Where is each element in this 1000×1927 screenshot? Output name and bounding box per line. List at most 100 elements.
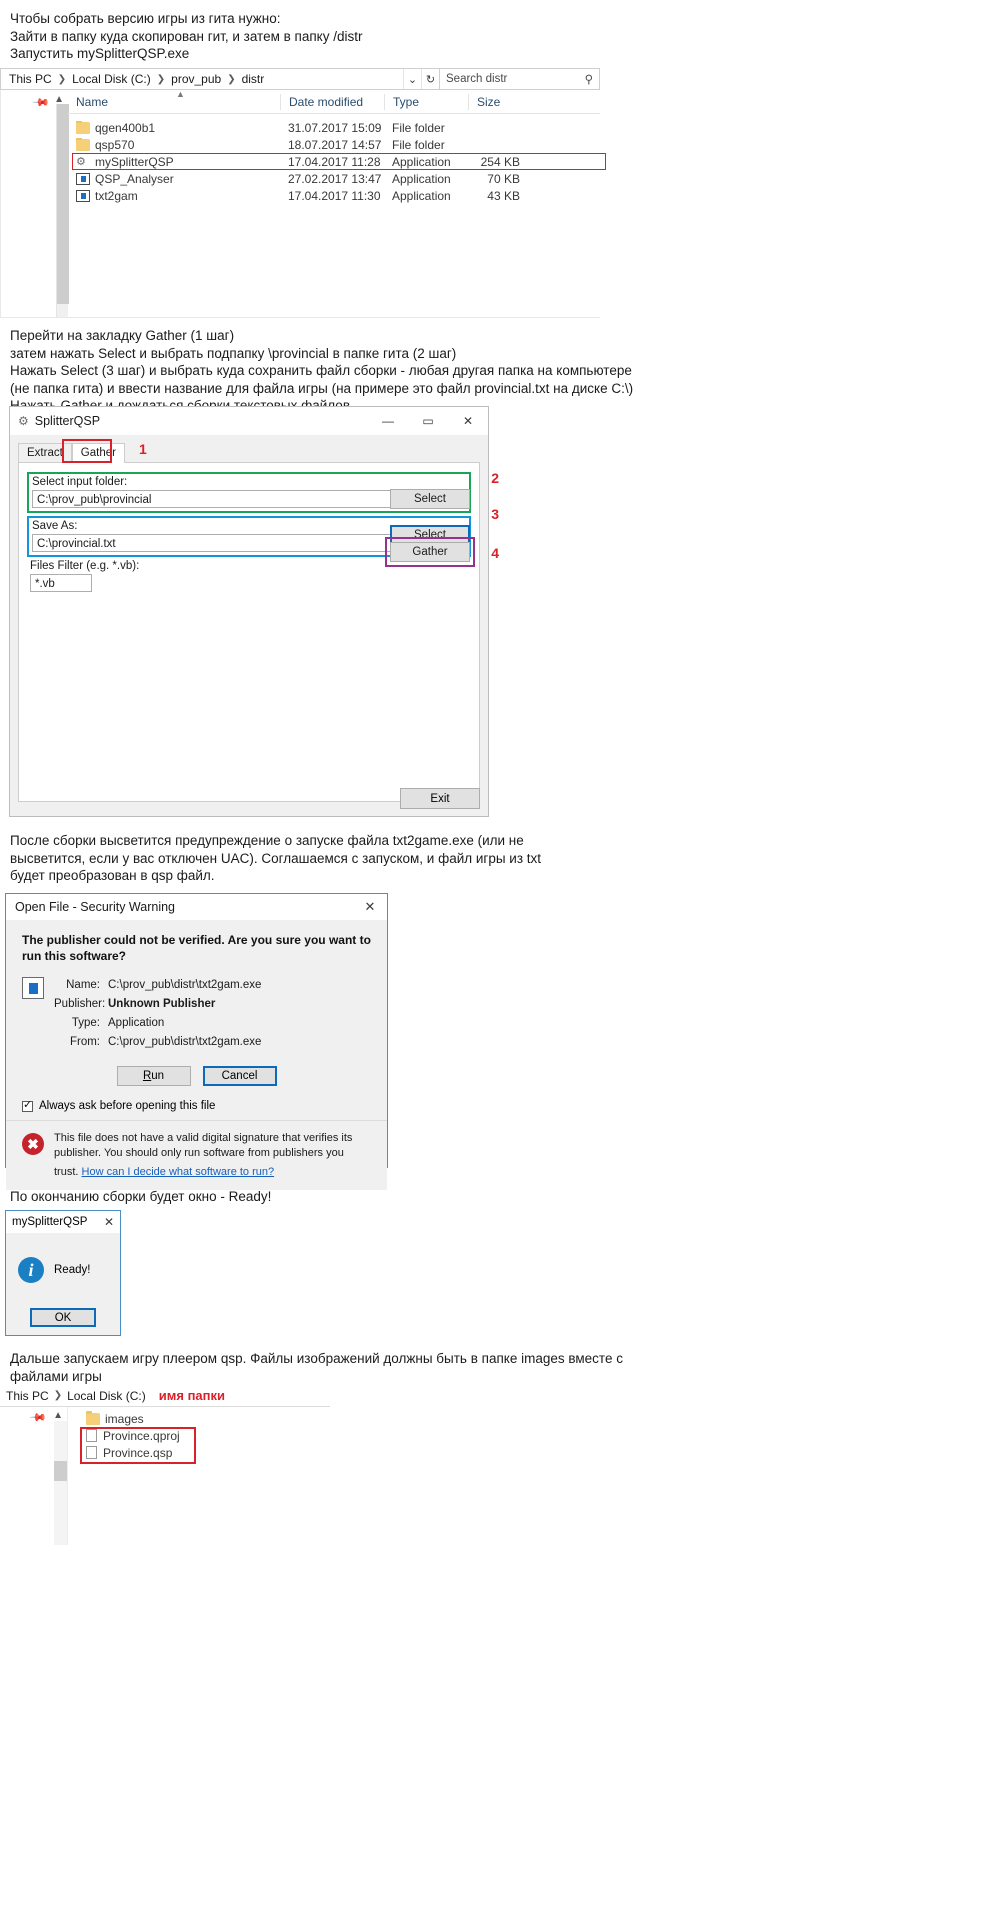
file-size: 43 KB bbox=[487, 188, 520, 203]
navigation-pane[interactable]: 📌 ▲ bbox=[0, 90, 69, 318]
instructions-gather: Перейти на закладку Gather (1 шаг) затем… bbox=[10, 328, 634, 413]
field-key-publisher: Publisher: bbox=[54, 998, 106, 1010]
select-input-folder-button[interactable]: Select bbox=[390, 489, 470, 509]
checkbox-label: Always ask before opening this file bbox=[39, 1100, 216, 1112]
close-button[interactable]: ✕ bbox=[448, 407, 488, 435]
breadcrumb-item-this-pc[interactable]: This PC bbox=[6, 1389, 49, 1403]
minimize-button[interactable]: — bbox=[368, 407, 408, 435]
list-item[interactable]: images bbox=[68, 1410, 330, 1427]
file-name: images bbox=[105, 1411, 144, 1426]
column-header-type[interactable]: Type bbox=[384, 93, 468, 110]
document-icon bbox=[86, 1429, 97, 1442]
checkbox[interactable] bbox=[22, 1098, 33, 1112]
close-icon[interactable]: ✕ bbox=[98, 1215, 120, 1229]
instructions-player: Дальше запускаем игру плеером qsp. Файлы… bbox=[10, 1351, 623, 1384]
search-icon[interactable]: ⚲ bbox=[585, 72, 593, 86]
step-number-4: 4 bbox=[491, 545, 499, 561]
nav-scrollbar[interactable] bbox=[56, 104, 69, 317]
file-type: Application bbox=[392, 154, 451, 169]
file-name: txt2gam bbox=[95, 188, 138, 203]
breadcrumb[interactable]: This PC ❯ Local Disk (C:) ❯ prov_pub ❯ d… bbox=[1, 72, 403, 86]
file-explorer-window-2: This PC ❯ Local Disk (C:) имя папки 📌 ▲ … bbox=[0, 1385, 330, 1545]
file-size: 254 KB bbox=[480, 154, 520, 169]
ok-button[interactable]: OK bbox=[30, 1308, 96, 1327]
navigation-pane[interactable]: 📌 ▲ bbox=[0, 1407, 68, 1545]
pin-icon[interactable]: 📌 bbox=[29, 1408, 48, 1427]
dialog-footer: ✖ This file does not have a valid digita… bbox=[6, 1120, 387, 1190]
dialog-body: i Ready! bbox=[6, 1233, 120, 1283]
file-type: File folder bbox=[392, 120, 445, 135]
decide-software-link[interactable]: How can I decide what software to run? bbox=[82, 1165, 275, 1180]
file-name: Province.qproj bbox=[103, 1428, 180, 1443]
step-number-2: 2 bbox=[491, 470, 499, 486]
breadcrumb-item-prov-pub[interactable]: prov_pub bbox=[169, 72, 223, 86]
file-type: Application bbox=[392, 188, 451, 203]
gather-button[interactable]: Gather bbox=[390, 542, 470, 562]
column-headers: Name ▲ Date modified Type Size bbox=[68, 89, 600, 114]
titlebar: mySplitterQSP ✕ bbox=[6, 1211, 120, 1233]
breadcrumb-item-distr[interactable]: distr bbox=[240, 72, 267, 86]
close-icon[interactable]: ✕ bbox=[353, 899, 387, 915]
list-item[interactable]: Province.qproj bbox=[68, 1427, 330, 1444]
always-ask-checkbox-row[interactable]: Always ask before opening this file bbox=[22, 1098, 371, 1112]
run-button[interactable]: Run bbox=[116, 1066, 191, 1086]
ready-message: Ready! bbox=[54, 1264, 91, 1276]
file-list-pane: Name ▲ Date modified Type Size qgen400b1… bbox=[68, 89, 606, 318]
cancel-button[interactable]: Cancel bbox=[202, 1066, 277, 1086]
tab-gather[interactable]: Gather bbox=[71, 443, 125, 463]
file-explorer-window: This PC ❯ Local Disk (C:) ❯ prov_pub ❯ d… bbox=[0, 68, 606, 318]
table-row[interactable]: txt2gam 17.04.2017 11:30 Application 43 … bbox=[68, 187, 600, 204]
info-icon: i bbox=[18, 1257, 44, 1283]
file-name: QSP_Analyser bbox=[95, 171, 174, 186]
scrollbar-thumb[interactable] bbox=[54, 1461, 67, 1481]
table-row[interactable]: qsp570 18.07.2017 14:57 File folder bbox=[68, 136, 600, 153]
gear-icon: ⚙ bbox=[18, 414, 29, 428]
field-key-type: Type: bbox=[71, 1017, 100, 1029]
nav-scrollbar[interactable] bbox=[54, 1421, 67, 1545]
column-header-date[interactable]: Date modified bbox=[280, 93, 384, 110]
column-header-size[interactable]: Size bbox=[468, 93, 528, 110]
dialog-title: mySplitterQSP bbox=[12, 1216, 88, 1228]
address-bar[interactable]: This PC ❯ Local Disk (C:) ❯ prov_pub ❯ d… bbox=[0, 68, 600, 90]
folder-name-annotation: имя папки bbox=[158, 1388, 226, 1403]
address-bar[interactable]: This PC ❯ Local Disk (C:) имя папки bbox=[0, 1385, 330, 1407]
tab-extract[interactable]: Extract bbox=[18, 443, 72, 463]
instructions-uac: После сборки высветится предупреждение о… bbox=[10, 833, 542, 883]
list-item[interactable]: Province.qsp bbox=[68, 1444, 330, 1461]
refresh-icon[interactable]: ↻ bbox=[421, 69, 439, 89]
breadcrumb-item-local-disk[interactable]: Local Disk (C:) bbox=[67, 1389, 146, 1403]
folder-icon bbox=[76, 137, 90, 151]
file-type: Application bbox=[392, 171, 451, 186]
file-type: File folder bbox=[392, 137, 445, 152]
breadcrumb-item-local-disk[interactable]: Local Disk (C:) bbox=[70, 72, 153, 86]
table-row[interactable]: qgen400b1 31.07.2017 15:09 File folder bbox=[68, 119, 600, 136]
file-details: Name: C:\prov_pub\distr\txt2gam.exe Publi… bbox=[54, 976, 261, 1052]
tabstrip: Extract Gather 1 bbox=[18, 439, 480, 463]
pin-icon[interactable]: 📌 bbox=[32, 93, 51, 112]
input-folder-label: Select input folder: bbox=[32, 476, 128, 488]
intro-instructions: Чтобы собрать версию игры из гита нужно:… bbox=[10, 11, 363, 61]
gather-panel: Select input folder: C:\prov_pub\provinc… bbox=[18, 462, 499, 802]
table-row[interactable]: QSP_Analyser 27.02.2017 13:47 Applicatio… bbox=[68, 170, 600, 187]
sort-ascending-icon: ▲ bbox=[176, 89, 185, 99]
column-header-name[interactable]: Name bbox=[68, 94, 280, 110]
table-row-highlighted[interactable]: ⚙ mySplitterQSP 17.04.2017 11:28 Applicat… bbox=[68, 153, 606, 170]
scroll-up-icon[interactable]: ▲ bbox=[53, 1410, 63, 1421]
exit-button[interactable]: Exit bbox=[400, 788, 480, 809]
file-date: 31.07.2017 15:09 bbox=[288, 120, 382, 135]
search-placeholder: Search distr bbox=[446, 73, 508, 85]
file-date: 17.04.2017 11:28 bbox=[288, 154, 381, 169]
list-empty-area bbox=[68, 204, 600, 334]
splitterqsp-window: ⚙ SplitterQSP — ▭ ✕ Extract Gather 1 Sel… bbox=[9, 406, 499, 817]
breadcrumb-item-this-pc[interactable]: This PC bbox=[7, 72, 54, 86]
maximize-button[interactable]: ▭ bbox=[408, 407, 448, 435]
dialog-title: Open File - Security Warning bbox=[15, 900, 176, 914]
ready-dialog: mySplitterQSP ✕ i Ready! OK bbox=[5, 1210, 121, 1336]
window-title: SplitterQSP bbox=[34, 414, 101, 428]
run-label-rest: un bbox=[151, 1070, 165, 1082]
chevron-down-icon[interactable]: ⌄ bbox=[403, 69, 421, 89]
filter-field[interactable]: *.vb bbox=[30, 574, 92, 592]
search-box[interactable]: Search distr ⚲ bbox=[439, 69, 599, 89]
step-number-1: 1 bbox=[138, 441, 147, 457]
gear-application-icon: ⚙ bbox=[76, 155, 86, 168]
